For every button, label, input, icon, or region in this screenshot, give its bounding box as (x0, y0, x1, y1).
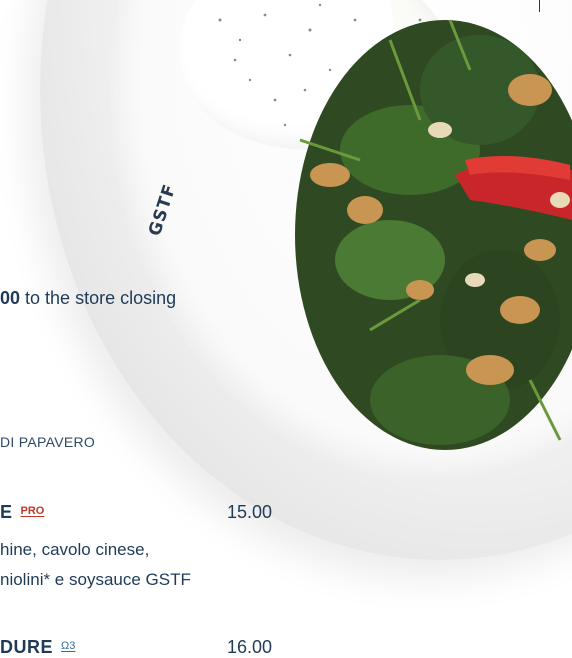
stir-fry-greens (295, 19, 572, 450)
menu-item-name-wrap: E PRO (0, 502, 44, 523)
menu-item-name: DURE (0, 637, 54, 657)
menu-item-description-line: niolini* e soysauce GSTF (0, 570, 191, 589)
menu-item: E PRO 15.00 (0, 502, 272, 523)
menu-item-name: E (0, 502, 13, 522)
hours-info-line: 00 to the store closing (0, 288, 176, 309)
frame-rule (539, 0, 540, 12)
menu-item-price: 15.00 (226, 502, 272, 522)
menu-section-title: DI PAPAVERO (0, 434, 96, 450)
hours-text: to the store closing (20, 288, 177, 308)
hours-bold: 00 (0, 288, 21, 308)
menu-item-price: 16.00 (226, 637, 272, 657)
menu-item: DURE Ω3 16.00 (0, 637, 272, 658)
omega3-badge: Ω3 (61, 640, 76, 652)
menu-item-description: hine, cavolo cinese, niolini* e soysauce… (0, 535, 191, 595)
pro-badge: PRO (20, 505, 45, 517)
menu-item-description-line: hine, cavolo cinese, (0, 540, 150, 559)
menu-item-name-wrap: DURE Ω3 (0, 637, 75, 658)
